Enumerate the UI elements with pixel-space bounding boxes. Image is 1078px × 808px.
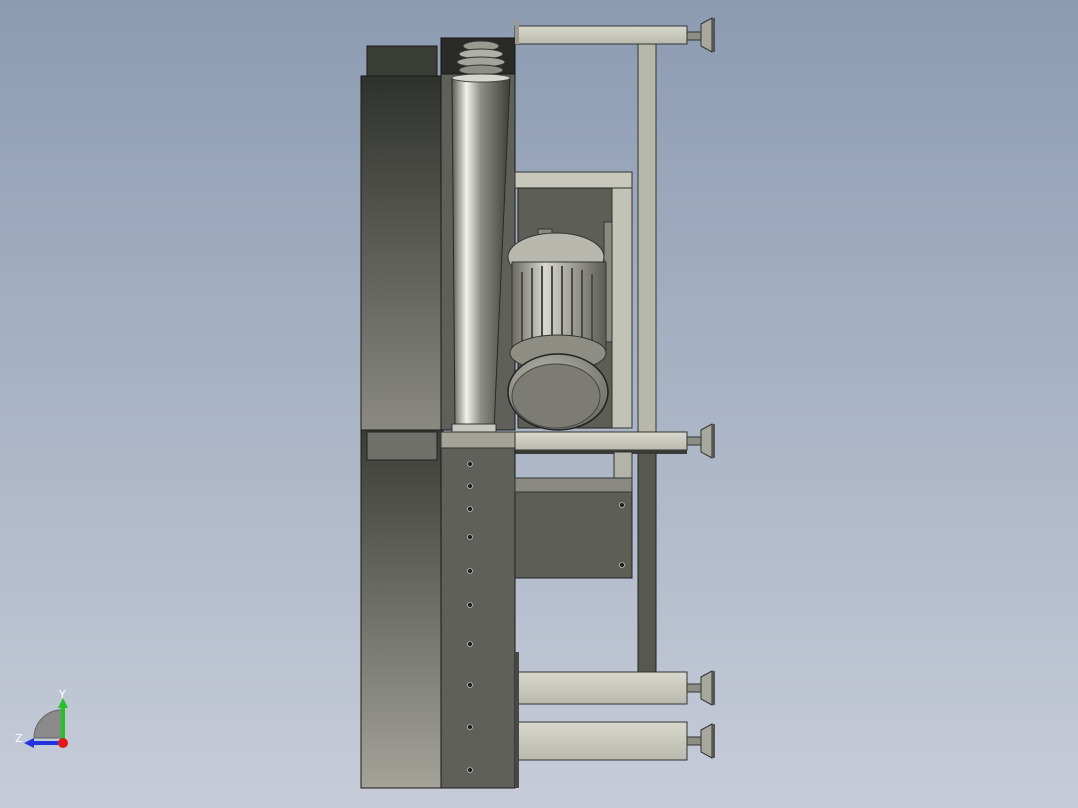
leveling-foot-4 [686,723,715,759]
leveling-foot-3 [686,670,715,706]
electric-motor [507,228,609,431]
machine-model[interactable] [0,0,1078,808]
side-box [514,451,633,579]
y-axis-label: Y [58,688,66,701]
lower-beam-2 [514,721,688,761]
cad-viewport[interactable]: Y Z [0,0,1078,808]
z-axis-head [24,738,34,748]
leveling-foot-2 [686,423,715,459]
frame-upright [637,39,657,705]
lower-beam-1 [514,671,688,705]
conical-roller [440,73,516,433]
leveling-foot-1 [686,17,715,53]
x-axis-dot [58,738,68,748]
top-beam [514,20,688,45]
middle-beam [514,431,688,454]
orientation-triad[interactable]: Y Z [12,686,82,756]
z-axis-label: Z [15,732,23,745]
lower-housing [360,429,519,789]
spring-coil [456,40,506,76]
triad-plane-icon [33,709,65,739]
